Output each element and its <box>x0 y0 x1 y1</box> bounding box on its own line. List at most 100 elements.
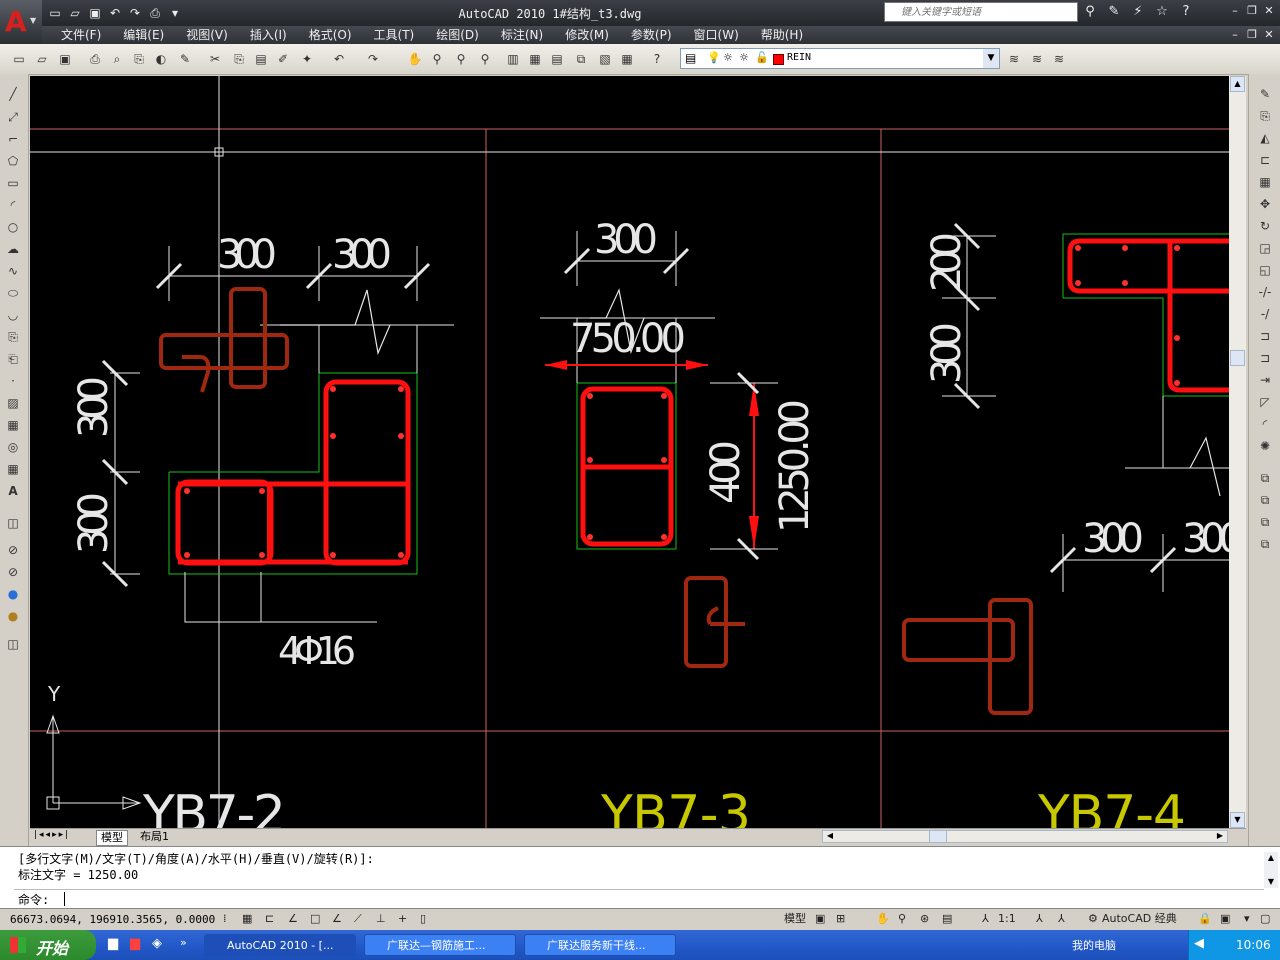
clean-screen-icon[interactable]: ▢ <box>1260 911 1270 927</box>
minimize-icon[interactable]: – <box>1228 28 1242 42</box>
infer-constraints-icon[interactable]: ⁞ <box>223 911 227 927</box>
fillet-icon[interactable]: ◜ <box>1255 414 1275 434</box>
zoom-previous-icon[interactable]: ⚲ <box>476 50 494 68</box>
pan-icon[interactable]: ✋ <box>876 911 890 927</box>
hatch-icon[interactable]: ▨ <box>3 393 23 413</box>
break-icon[interactable]: ⊐ <box>1255 348 1275 368</box>
favorites-star-icon[interactable]: ☆ <box>1152 3 1172 21</box>
zoom-realtime-icon[interactable]: ⚲ <box>428 50 446 68</box>
circle-icon[interactable]: ○ <box>3 217 23 237</box>
chevron-down-icon[interactable]: ▼ <box>983 49 999 68</box>
stretch-icon[interactable]: ◱ <box>1255 260 1275 280</box>
workspace-gear-icon[interactable]: ⚙ <box>1088 911 1098 927</box>
open-icon[interactable]: ▱ <box>33 50 51 68</box>
sphere-icon[interactable]: ● <box>3 584 23 604</box>
snap-icon[interactable]: ▦ <box>242 911 252 927</box>
layer-states-icon[interactable]: ≋ <box>1050 50 1068 68</box>
tool-palettes-icon[interactable]: ▤ <box>548 50 566 68</box>
make-block-icon[interactable]: ⎗ <box>3 349 23 369</box>
ellipse-arc-icon[interactable]: ◡ <box>3 305 23 325</box>
chevron-down-icon[interactable]: ▾ <box>1244 911 1250 927</box>
menu-file[interactable]: 文件(F) <box>50 27 112 44</box>
new-icon[interactable]: ▭ <box>10 50 28 68</box>
drawing-canvas[interactable]: 300 300 300 300 4Φ16 300 750.00 400 1250… <box>30 76 1229 828</box>
table-icon[interactable]: ▦ <box>3 459 23 479</box>
save-icon[interactable]: ▣ <box>56 50 74 68</box>
taskbar-item-glodon-service[interactable]: 广联达服务新干线... <box>524 934 676 956</box>
3d-dwf-icon[interactable]: ◐ <box>152 50 170 68</box>
region-icon[interactable]: ◎ <box>3 437 23 457</box>
erase-icon[interactable]: ✎ <box>1255 84 1275 104</box>
bring-front-icon[interactable]: ⧉ <box>1255 490 1275 510</box>
bring-above-icon[interactable]: ⧉ <box>1255 534 1275 554</box>
properties-icon[interactable]: ▥ <box>504 50 522 68</box>
menu-modify[interactable]: 修改(M) <box>554 27 620 44</box>
close-icon[interactable]: ✕ <box>1262 4 1276 18</box>
construction-line-icon[interactable]: ⤢ <box>3 107 23 127</box>
restore-icon[interactable]: ❐ <box>1245 4 1259 18</box>
model-space-label[interactable]: 模型 <box>784 911 806 927</box>
menu-view[interactable]: 视图(V) <box>175 27 239 44</box>
point-icon[interactable]: · <box>3 371 23 391</box>
markup-icon[interactable]: ▧ <box>596 50 614 68</box>
trim-icon[interactable]: -/- <box>1255 282 1275 302</box>
offset-icon[interactable]: ⊏ <box>1255 150 1275 170</box>
ortho-icon[interactable]: ∠ <box>288 911 298 927</box>
copy-icon[interactable]: ⎘ <box>230 50 248 68</box>
binoculars-icon[interactable]: ⚲ <box>1080 3 1100 21</box>
osnap-icon[interactable]: ∠ <box>332 911 342 927</box>
ducs-icon[interactable]: ⊥ <box>376 911 386 927</box>
quick-launch-folder-icon[interactable]: ▆ <box>108 936 118 951</box>
workspace-switch[interactable]: AutoCAD 经典 <box>1102 911 1177 927</box>
tray-my-computer[interactable]: 我的电脑 <box>1072 937 1116 953</box>
layer-previous-icon[interactable]: ≋ <box>1028 50 1046 68</box>
move-icon[interactable]: ✥ <box>1255 194 1275 214</box>
tab-layout1[interactable]: 布局1 <box>136 830 173 844</box>
scroll-left-icon[interactable]: ◀ <box>823 831 837 842</box>
vertical-scrollbar[interactable]: ▲ ▼ <box>1229 76 1246 828</box>
command-scrollbar[interactable]: ▲ ▼ <box>1264 852 1278 888</box>
ellipse-icon[interactable]: ⬭ <box>3 283 23 303</box>
menu-window[interactable]: 窗口(W) <box>683 27 750 44</box>
annotation-scale-icon[interactable]: ⅄ <box>982 911 989 927</box>
menu-dimension[interactable]: 标注(N) <box>490 27 554 44</box>
block-editor-icon[interactable]: ✦ <box>298 50 316 68</box>
paste-icon[interactable]: ▤ <box>252 50 270 68</box>
annotation-scale-value[interactable]: 1:1 <box>998 911 1016 927</box>
redo-icon[interactable]: ↷ <box>364 50 382 68</box>
menu-draw[interactable]: 绘图(D) <box>425 27 490 44</box>
taskbar-item-glodon-rebar[interactable]: 广联达—钢筋施工... <box>364 934 516 956</box>
scroll-thumb[interactable] <box>1230 350 1245 366</box>
break-at-point-icon[interactable]: ⊐ <box>1255 326 1275 346</box>
hardware-acceleration-icon[interactable]: ▣ <box>1220 911 1230 927</box>
line-icon[interactable]: ╱ <box>3 84 23 104</box>
undo-icon[interactable]: ↶ <box>330 50 348 68</box>
etransmit-icon[interactable]: ✎ <box>176 50 194 68</box>
publish-icon[interactable]: ⎘ <box>130 50 148 68</box>
tray-arrow-icon[interactable]: ◀ <box>1194 936 1204 951</box>
spline-icon[interactable]: ∿ <box>3 261 23 281</box>
draworder-icon[interactable]: ⧉ <box>1255 468 1275 488</box>
pan-icon[interactable]: ✋ <box>406 50 424 68</box>
menu-tools[interactable]: 工具(T) <box>363 27 426 44</box>
menu-help[interactable]: 帮助(H) <box>750 27 814 44</box>
annotation-visibility-icon[interactable]: ⅄ <box>1036 911 1043 927</box>
copy-object-icon[interactable]: ⎘ <box>1255 106 1275 126</box>
help-icon[interactable]: ? <box>1176 3 1196 21</box>
search-input[interactable] <box>899 3 1073 21</box>
lineweight-icon[interactable]: ▯ <box>420 911 426 927</box>
render-sphere-icon[interactable]: ● <box>3 606 23 626</box>
extend-icon[interactable]: -/ <box>1255 304 1275 324</box>
steering-wheel-icon[interactable]: ⊛ <box>920 911 929 927</box>
horizontal-scrollbar[interactable]: ◀ ▶ <box>822 830 1228 843</box>
materials-icon[interactable]: ⊘ <box>3 540 23 560</box>
scroll-up-icon[interactable]: ▲ <box>1230 76 1245 92</box>
lock-icon[interactable]: 🔒 <box>1198 911 1212 927</box>
help-icon[interactable]: ? <box>648 50 666 68</box>
polar-icon[interactable]: □ <box>310 911 320 927</box>
showmotion-icon[interactable]: ▤ <box>942 911 952 927</box>
revision-cloud-icon[interactable]: ☁ <box>3 239 23 259</box>
menu-edit[interactable]: 编辑(E) <box>112 27 175 44</box>
quick-launch-expand-icon[interactable]: » <box>180 936 187 949</box>
polyline-icon[interactable]: ⌐ <box>3 129 23 149</box>
